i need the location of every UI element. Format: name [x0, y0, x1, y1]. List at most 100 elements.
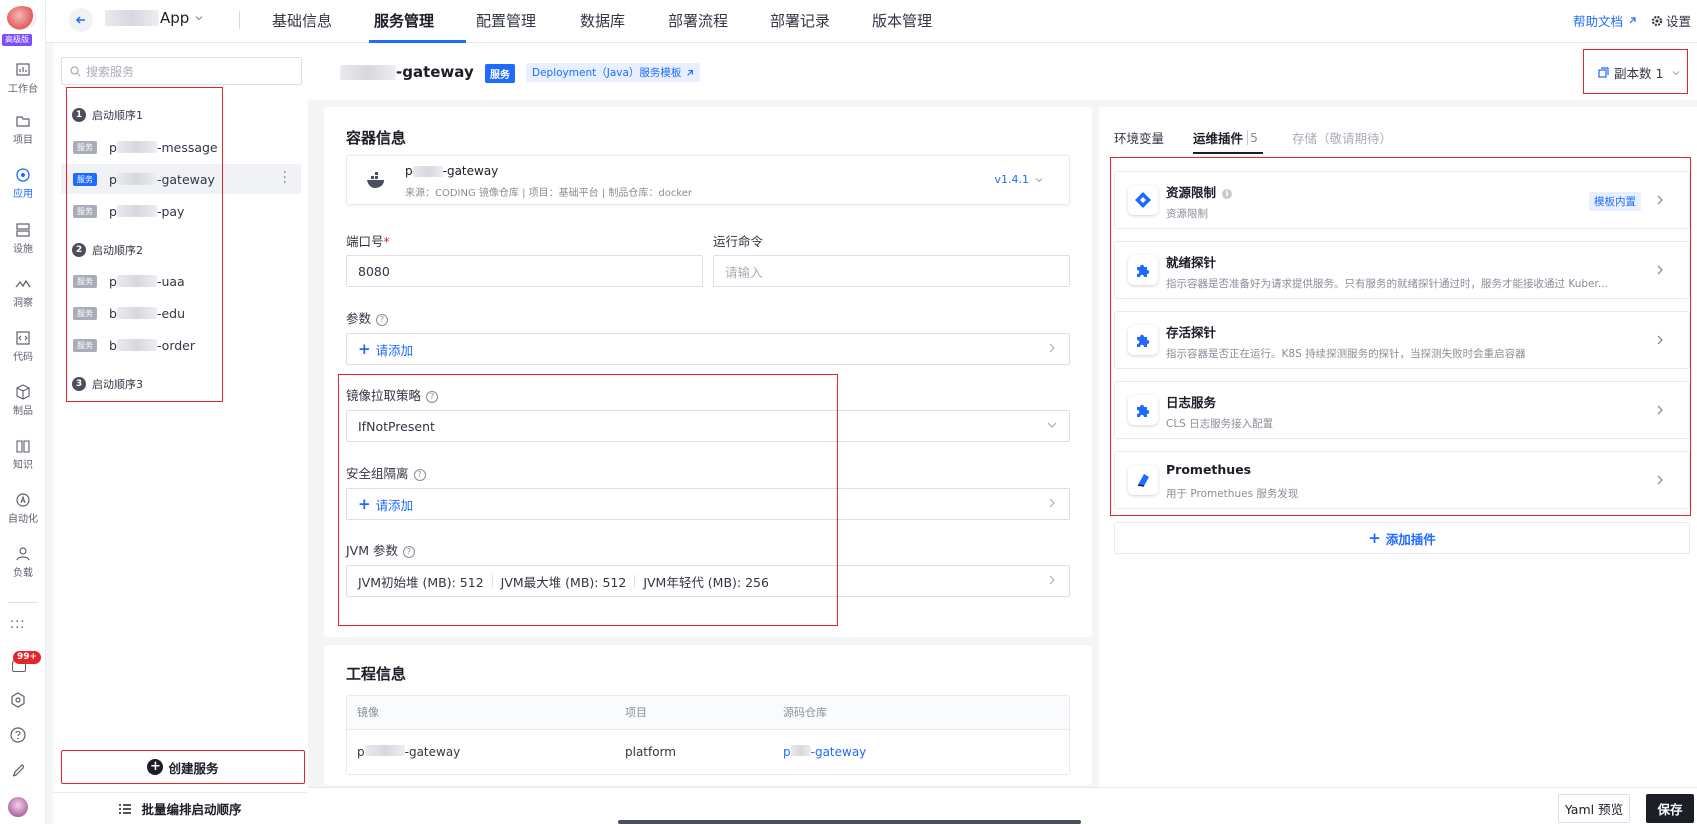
start-order-group-1: 1 启动顺序1	[72, 107, 143, 123]
plugin-desc: 指示容器是否正在运行。K8S 持续探测服务的探针，当探测失败时会重启容器	[1166, 348, 1526, 360]
help-icon[interactable]: ?	[413, 468, 426, 481]
service-title: -gateway	[340, 63, 474, 81]
app-avatar[interactable]	[7, 6, 37, 30]
service-item-edu[interactable]: 服务 b -edu	[61, 298, 301, 328]
rail-item-infra[interactable]: 设施	[0, 222, 46, 255]
pull-policy-label-text: 镜像拉取策略	[346, 388, 422, 403]
service-tag: 服务	[73, 140, 97, 154]
rail-item-workbench[interactable]: 工作台	[0, 62, 46, 95]
service-item-uaa[interactable]: 服务 p -uaa	[61, 266, 301, 296]
help-icon[interactable]: ?	[426, 390, 439, 403]
port-input[interactable]: 8080	[346, 255, 703, 287]
service-name-prefix: p	[109, 171, 117, 187]
image-card[interactable]: p -gateway 来源：CODING 镜像仓库 | 项目：基础平台 | 制品…	[346, 155, 1070, 205]
repo-link[interactable]: p -gateway	[772, 729, 1070, 775]
image-meta: 来源：CODING 镜像仓库 | 项目：基础平台 | 制品仓库：docker	[405, 188, 693, 199]
rail-item-code[interactable]: 代码	[0, 330, 46, 363]
plugin-log-service[interactable]: 日志服务 CLS 日志服务接入配置	[1114, 381, 1690, 439]
template-badge[interactable]: Deployment（Java）服务模板	[526, 63, 701, 82]
help-circle-icon[interactable]	[10, 727, 26, 743]
app-switcher[interactable]: App	[105, 9, 203, 27]
args-add-link[interactable]: + 请添加	[358, 340, 413, 359]
order-number: 2	[72, 243, 86, 257]
run-command-placeholder: 请输入	[725, 264, 763, 280]
jvm-value: JVM最大堆 (MB): 512	[500, 574, 627, 590]
rail-item-project[interactable]: 项目	[0, 113, 46, 146]
tab-basic-info[interactable]: 基础信息	[272, 10, 332, 31]
back-button[interactable]	[69, 8, 93, 32]
run-command-input[interactable]: 请输入	[713, 255, 1070, 287]
service-item-order[interactable]: 服务 b -order	[61, 330, 301, 360]
plugin-prometheus[interactable]: Promethues 用于 Promethues 服务发现	[1114, 451, 1690, 509]
column-header: 项目	[614, 695, 772, 730]
save-label: 保存	[1657, 802, 1683, 817]
add-plugin-button[interactable]: + 添加插件	[1114, 522, 1690, 554]
help-icon[interactable]: ?	[403, 545, 415, 558]
left-rail: 高级版 工作台 项目 应用 设施 洞察 代码 制品 知识 自动化 负载 ··· ·…	[0, 0, 46, 824]
tab-deploy-record[interactable]: 部署记录	[770, 10, 830, 31]
rail-label: 洞察	[13, 298, 33, 309]
security-add-link[interactable]: + 请添加	[358, 495, 413, 514]
rail-label: 负载	[13, 568, 33, 579]
service-search-input[interactable]: 搜索服务	[61, 57, 302, 85]
search-placeholder: 搜索服务	[86, 64, 135, 79]
tab-config-management[interactable]: 配置管理	[476, 10, 536, 31]
rail-label: 自动化	[8, 514, 38, 525]
pull-policy-select[interactable]: IfNotPresent	[346, 410, 1070, 442]
security-add-field[interactable]: + 请添加	[346, 488, 1070, 520]
plugin-title: 存活探针	[1166, 325, 1217, 340]
port-label: 端口号*	[346, 231, 390, 250]
service-item-pay[interactable]: 服务 p -pay	[61, 196, 301, 226]
plugin-resource-limit[interactable]: 资源限制 i 资源限制 模板内置	[1114, 171, 1690, 229]
rail-item-app[interactable]: 应用	[0, 167, 46, 200]
plugin-liveness-probe[interactable]: 存活探针 指示容器是否正在运行。K8S 持续探测服务的探针，当探测失败时会重启容…	[1114, 311, 1690, 369]
service-name-prefix: b	[109, 305, 117, 321]
hexagon-settings-icon[interactable]	[10, 692, 26, 708]
image-name: p -gateway	[405, 164, 498, 178]
help-icon[interactable]: ?	[376, 313, 389, 326]
puzzle-icon	[1128, 325, 1158, 355]
value-divider	[634, 575, 636, 587]
top-bar: App 基础信息 服务管理 配置管理 数据库 部署流程 部署记录 版本管理 帮助…	[46, 0, 1697, 43]
chevron-right-icon	[1657, 335, 1663, 345]
help-docs-link[interactable]: 帮助文档	[1573, 11, 1637, 30]
tab-service-management[interactable]: 服务管理	[374, 10, 434, 31]
more-options-icon[interactable]: · · ·	[283, 166, 287, 190]
footer-bar	[308, 787, 1697, 824]
args-add-field[interactable]: + 请添加	[346, 333, 1070, 365]
service-item-message[interactable]: 服务 p -message	[61, 132, 301, 162]
run-command-label: 运行命令	[713, 234, 764, 249]
grid-dots-icon[interactable]: ··· ···	[10, 616, 26, 635]
replicas-select[interactable]: 副本数 1	[1598, 63, 1680, 82]
rail-item-automation[interactable]: 自动化	[0, 492, 46, 525]
rail-item-load[interactable]: 负载	[0, 546, 46, 579]
create-service-button[interactable]: + 创建服务	[61, 750, 305, 784]
version-select[interactable]: v1.4.1	[995, 173, 1044, 186]
service-item-gateway[interactable]: 服务 p -gateway · · ·	[61, 164, 301, 194]
rocket-icon[interactable]	[10, 763, 26, 779]
settings-link[interactable]: 设置	[1651, 11, 1691, 30]
tab-ops-plugins[interactable]: 运维插件 5	[1193, 128, 1258, 147]
redacted-text	[790, 745, 811, 757]
batch-order-button[interactable]: 批量编排启动顺序	[53, 792, 308, 824]
service-name-suffix: -pay	[156, 203, 185, 219]
rail-item-knowledge[interactable]: 知识	[0, 438, 46, 471]
tab-version-management[interactable]: 版本管理	[872, 10, 932, 31]
jvm-params-field[interactable]: JVM初始堆 (MB): 512 JVM最大堆 (MB): 512 JVM年轻代…	[346, 565, 1070, 597]
rail-item-insight[interactable]: 洞察	[0, 276, 46, 309]
plugin-readiness-probe[interactable]: 就绪探针 指示容器是否准备好为请求提供服务。只有服务的就绪探针通过时，服务才能接…	[1114, 241, 1690, 299]
rail-label: 知识	[13, 460, 33, 471]
service-title-suffix: -gateway	[396, 63, 474, 81]
tab-deploy-flow[interactable]: 部署流程	[668, 10, 728, 31]
tab-env-vars[interactable]: 环境变量	[1114, 128, 1164, 147]
service-tag: 服务	[73, 204, 97, 218]
batch-order-label: 批量编排启动顺序	[141, 802, 242, 817]
user-avatar[interactable]	[8, 797, 28, 817]
save-button[interactable]: 保存	[1646, 794, 1694, 823]
tab-database[interactable]: 数据库	[580, 10, 625, 31]
service-header: -gateway 服务 Deployment（Java）服务模板 副本数 1	[308, 43, 1697, 100]
yaml-preview-button[interactable]: Yaml 预览	[1558, 794, 1630, 823]
plugin-desc: 指示容器是否准备好为请求提供服务。只有服务的就绪探针通过时，服务才能接收通过 K…	[1166, 278, 1608, 290]
copy-icon	[1598, 67, 1609, 78]
rail-item-artifact[interactable]: 制品	[0, 384, 46, 417]
